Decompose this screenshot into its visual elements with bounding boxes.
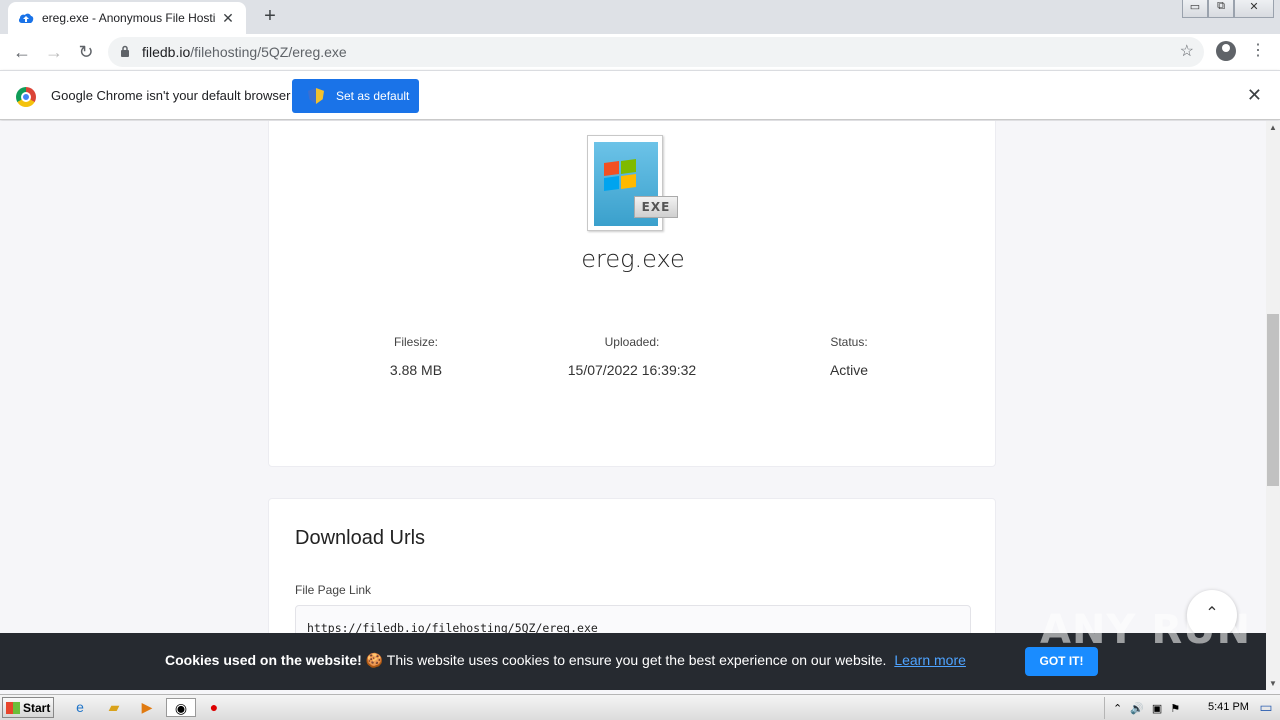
tray-expand-icon[interactable]: ⌃: [1113, 702, 1122, 715]
browser-tab[interactable]: ereg.exe - Anonymous File Hosting S ✕: [8, 2, 246, 34]
uac-shield-icon: [308, 88, 324, 104]
profile-avatar-icon[interactable]: [1216, 41, 1236, 61]
filesize-value: 3.88 MB: [389, 362, 443, 378]
windows-logo-icon: [604, 158, 638, 192]
forward-icon[interactable]: →: [42, 40, 66, 64]
internet-explorer-icon[interactable]: e: [70, 698, 90, 717]
infobar-message: Google Chrome isn't your default browser: [51, 88, 291, 103]
tab-close-icon[interactable]: ✕: [220, 10, 236, 27]
folder-icon[interactable]: ▰: [104, 698, 124, 717]
status-value: Active: [829, 362, 869, 378]
scrollbar-thumb[interactable]: [1267, 314, 1279, 486]
default-browser-infobar: Google Chrome isn't your default browser…: [0, 70, 1280, 120]
scroll-up-arrow-icon[interactable]: ▲: [1269, 123, 1277, 132]
lock-icon: [120, 45, 134, 60]
cookie-message: This website uses cookies to ensure you …: [386, 652, 887, 668]
system-tray: ⌃ 🔊 ▣ ⚑: [1104, 697, 1280, 719]
new-tab-button[interactable]: +: [258, 4, 282, 28]
exe-file-icon: EXE: [587, 135, 678, 231]
media-player-icon[interactable]: ▶: [137, 698, 157, 717]
windows-taskbar: Start e ▰ ▶ ◉ ● ⌃ 🔊 ▣ ⚑ 5:41 PM ▭: [0, 694, 1280, 720]
chrome-logo-icon: [16, 87, 36, 107]
minimize-icon[interactable]: ▭: [1182, 0, 1208, 18]
file-name: ereg.exe: [581, 245, 685, 273]
exe-tag: EXE: [634, 196, 678, 218]
uploaded-block: Uploaded: 15/07/2022 16:39:32: [512, 335, 752, 378]
tab-title: ereg.exe - Anonymous File Hosting S: [42, 11, 216, 25]
status-label: Status:: [830, 335, 868, 349]
uploaded-value: 15/07/2022 16:39:32: [567, 362, 697, 378]
uploaded-label: Uploaded:: [604, 335, 660, 349]
url-path: /filehosting/5QZ/ereg.exe: [190, 44, 347, 60]
windows-start-icon: [6, 701, 20, 714]
browser-toolbar: ← → ↻ filedb.io/filehosting/5QZ/ereg.exe…: [0, 34, 1280, 70]
page-scrollbar[interactable]: ▲ ▼: [1266, 121, 1280, 690]
learn-more-link[interactable]: Learn more: [894, 652, 966, 668]
restore-icon[interactable]: ⧉: [1208, 0, 1234, 18]
scroll-down-arrow-icon[interactable]: ▼: [1269, 679, 1277, 688]
set-as-default-button[interactable]: Set as default: [292, 79, 419, 113]
back-icon[interactable]: ←: [10, 40, 34, 64]
action-center-flag-icon[interactable]: ⚑: [1170, 702, 1180, 715]
cookie-title: Cookies used on the website!: [165, 652, 362, 668]
opera-icon[interactable]: ●: [204, 698, 224, 717]
page-content: EXE ereg.exe Filesize: 3.88 MB Uploaded:…: [0, 121, 1266, 690]
cookie-text: Cookies used on the website! 🍪 This webs…: [165, 652, 966, 669]
chrome-taskbar-icon[interactable]: ◉: [166, 698, 196, 717]
window-close-icon[interactable]: ✕: [1234, 0, 1274, 18]
download-urls-heading: Download Urls: [295, 527, 426, 549]
anyrun-watermark: ANY RUN: [1040, 607, 1252, 653]
tab-strip: ereg.exe - Anonymous File Hosting S ✕ + …: [0, 0, 1280, 34]
reload-icon[interactable]: ↻: [74, 40, 98, 64]
address-bar[interactable]: filedb.io/filehosting/5QZ/ereg.exe ☆: [108, 37, 1204, 67]
url-host: filedb.io: [142, 44, 191, 60]
start-button[interactable]: Start: [2, 697, 54, 718]
filedb-favicon-icon: [18, 10, 34, 26]
file-page-link-label: File Page Link: [295, 583, 372, 597]
file-info-card: EXE ereg.exe Filesize: 3.88 MB Uploaded:…: [268, 121, 996, 467]
status-block: Status: Active: [729, 335, 969, 378]
network-icon[interactable]: ▣: [1152, 702, 1162, 715]
bookmark-star-icon[interactable]: ☆: [1180, 41, 1194, 61]
cookie-emoji-icon: 🍪: [365, 652, 384, 668]
set-as-default-label: Set as default: [336, 89, 410, 103]
volume-icon[interactable]: 🔊: [1130, 702, 1144, 715]
start-label: Start: [23, 700, 51, 715]
taskbar-clock[interactable]: 5:41 PM: [1208, 701, 1249, 713]
menu-kebab-icon[interactable]: ⋮: [1250, 40, 1266, 60]
infobar-close-icon[interactable]: ✕: [1247, 85, 1262, 106]
filesize-label: Filesize:: [393, 335, 438, 349]
filesize-block: Filesize: 3.88 MB: [296, 335, 536, 378]
show-desktop-icon[interactable]: ▭: [1258, 698, 1274, 717]
